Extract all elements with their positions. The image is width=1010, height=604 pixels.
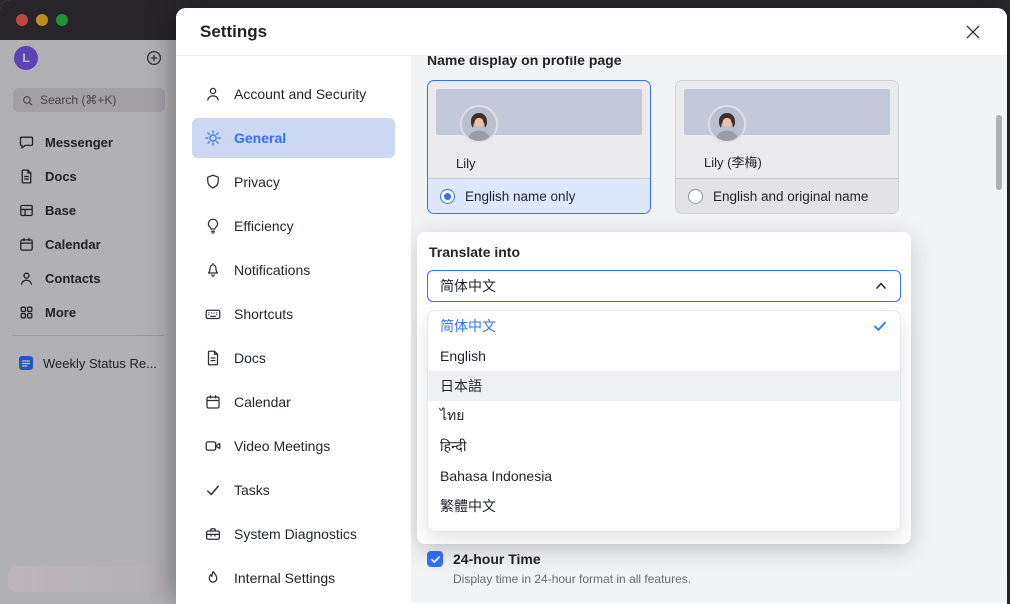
radio-english-and-original-name[interactable]	[688, 188, 703, 204]
profile-preview: Lily	[428, 81, 650, 178]
check-icon	[204, 481, 222, 499]
doc-icon	[204, 349, 222, 367]
keyboard-icon	[204, 305, 222, 323]
chevron-up-icon	[874, 279, 888, 293]
card-english-and-original-name[interactable]: Lily (李梅) English and original name	[675, 80, 899, 214]
option-label: 繁體中文	[440, 498, 496, 514]
tab-tasks[interactable]: Tasks	[192, 470, 395, 510]
video-camera-icon	[204, 437, 222, 455]
option-label: English and original name	[713, 188, 869, 204]
card-english-name-only[interactable]: Lily English name only	[427, 80, 651, 214]
check-icon	[872, 318, 888, 334]
time-setting-label: 24-hour Time	[453, 551, 541, 567]
option-japanese[interactable]: 日本語	[428, 371, 900, 401]
24-hour-time-setting: 24-hour Time Display time in 24-hour for…	[427, 550, 691, 586]
preview-name: Lily	[456, 156, 476, 171]
time-setting-description: Display time in 24-hour format in all fe…	[453, 572, 692, 586]
page-title: Settings	[200, 21, 268, 41]
tab-label: Tasks	[234, 482, 270, 498]
tab-label: Calendar	[234, 394, 291, 410]
preview-name: Lily (李梅)	[704, 155, 762, 170]
tab-privacy[interactable]: Privacy	[192, 162, 395, 202]
tab-system-diagnostics[interactable]: System Diagnostics	[192, 514, 395, 554]
tab-label: System Diagnostics	[234, 526, 357, 542]
option-label: हिन्दी	[440, 437, 467, 454]
tab-video-meetings[interactable]: Video Meetings	[192, 426, 395, 466]
translate-dropdown-list: 简体中文 English 日本語 ไทย हिन्दी Bahasa Indon…	[427, 310, 901, 532]
tab-label: Shortcuts	[234, 306, 294, 322]
tab-docs[interactable]: Docs	[192, 338, 395, 378]
person-icon	[204, 85, 222, 103]
tab-general[interactable]: General	[192, 118, 395, 158]
option-simplified-chinese[interactable]: 简体中文	[428, 311, 900, 341]
tab-notifications[interactable]: Notifications	[192, 250, 395, 290]
section-title: Name display on profile page	[427, 56, 622, 68]
option-label: 日本語	[440, 378, 482, 394]
tab-label: General	[234, 130, 287, 146]
calendar-icon	[204, 393, 222, 411]
toolbox-icon	[204, 525, 222, 543]
option-traditional-chinese[interactable]: 繁體中文	[428, 491, 900, 521]
option-bahasa-indonesia[interactable]: Bahasa Indonesia	[428, 461, 900, 491]
option-label: English name only	[465, 188, 576, 204]
option-hindi[interactable]: हिन्दी	[428, 431, 900, 461]
tab-label: Docs	[234, 350, 266, 366]
option-label: English	[440, 348, 486, 364]
settings-nav: Account and Security General Privacy Eff…	[176, 56, 411, 603]
translate-label: Translate into	[429, 244, 521, 260]
option-thai[interactable]: ไทย	[428, 401, 900, 431]
profile-photo	[708, 105, 746, 143]
option-label: 简体中文	[440, 318, 496, 334]
tab-label: Efficiency	[234, 218, 294, 234]
time-setting-text: 24-hour Time Display time in 24-hour for…	[453, 550, 691, 586]
option-label: Bahasa Indonesia	[440, 468, 553, 484]
profile-preview: Lily (李梅)	[676, 81, 898, 178]
option-row: English name only	[428, 178, 650, 213]
tab-account-and-security[interactable]: Account and Security	[192, 74, 395, 114]
option-row: English and original name	[676, 178, 898, 213]
tab-internal-settings[interactable]: Internal Settings	[192, 558, 395, 598]
lightbulb-icon	[204, 217, 222, 235]
tab-label: Account and Security	[234, 86, 367, 102]
tab-label: Internal Settings	[234, 570, 336, 586]
translate-select[interactable]: 简体中文	[427, 270, 901, 302]
tab-shortcuts[interactable]: Shortcuts	[192, 294, 395, 334]
scrollbar-thumb[interactable]	[996, 115, 1002, 190]
tab-label: Notifications	[234, 262, 311, 278]
24-hour-time-checkbox[interactable]	[427, 551, 443, 567]
flame-icon	[204, 569, 222, 587]
option-french[interactable]: Français	[428, 521, 900, 531]
close-icon[interactable]	[963, 22, 983, 42]
settings-modal: Settings Account and Security General Pr…	[176, 8, 1007, 604]
tab-calendar[interactable]: Calendar	[192, 382, 395, 422]
option-label: Français	[440, 528, 494, 531]
shield-icon	[204, 173, 222, 191]
tab-label: Video Meetings	[234, 438, 331, 454]
settings-header: Settings	[176, 8, 1007, 56]
translate-popover: Translate into 简体中文 简体中文 English 日本語 ไทย	[417, 232, 911, 544]
tab-label: Privacy	[234, 174, 280, 190]
tab-efficiency[interactable]: Efficiency	[192, 206, 395, 246]
settings-content: Name display on profile page Lily Englis…	[411, 56, 1007, 603]
gear-icon	[204, 129, 222, 147]
profile-photo	[460, 105, 498, 143]
name-display-options: Lily English name only Lily (李梅) English…	[427, 80, 899, 214]
bell-icon	[204, 261, 222, 279]
translate-selected-value: 简体中文	[440, 278, 496, 294]
option-label: ไทย	[440, 407, 465, 423]
option-english[interactable]: English	[428, 341, 900, 371]
radio-english-name-only[interactable]	[440, 188, 455, 204]
